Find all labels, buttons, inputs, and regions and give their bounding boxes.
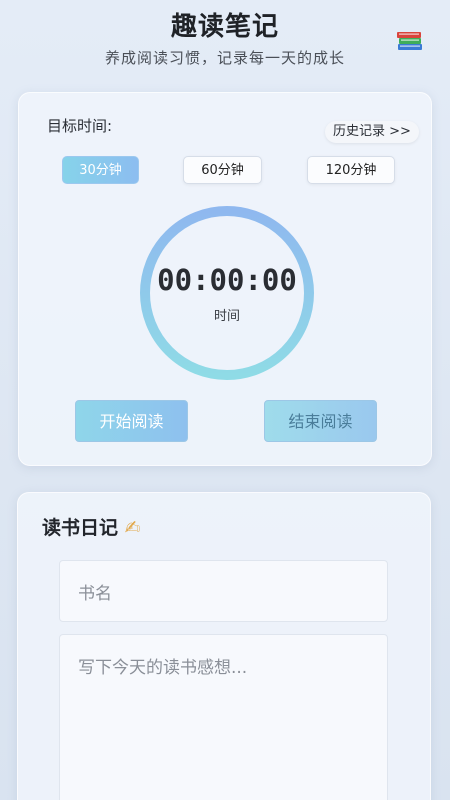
- app-subtitle: 养成阅读习惯，记录每一天的成长: [104, 49, 345, 67]
- reading-thoughts-textarea[interactable]: 写下今天的读书感想...: [59, 634, 388, 800]
- duration-30-button[interactable]: 30分钟: [62, 156, 139, 184]
- reading-timer-card: 目标时间: 历史记录 >> 30分钟 60分钟 120分钟 00:00:00 时…: [18, 92, 432, 466]
- book-name-input[interactable]: 书名: [59, 560, 388, 622]
- writing-hand-icon: ✍: [124, 517, 141, 539]
- journal-title-text: 读书日记: [42, 517, 119, 539]
- duration-120-button[interactable]: 120分钟: [307, 156, 395, 184]
- end-reading-button[interactable]: 结束阅读: [264, 400, 377, 442]
- start-reading-button[interactable]: 开始阅读: [75, 400, 188, 442]
- duration-60-button[interactable]: 60分钟: [183, 156, 262, 184]
- timer-caption: 时间: [213, 309, 240, 324]
- reading-journal-card: 读书日记 ✍ 书名 写下今天的读书感想...: [17, 492, 431, 800]
- journal-title: 读书日记 ✍: [42, 513, 141, 540]
- timer-display: 00:00:00: [157, 263, 297, 297]
- app-title: 趣读笔记: [170, 12, 279, 42]
- history-link[interactable]: 历史记录 >>: [325, 121, 419, 143]
- books-icon: [397, 32, 422, 50]
- app-header: 趣读笔记 养成阅读习惯，记录每一天的成长: [0, 0, 450, 80]
- target-time-label: 目标时间:: [47, 117, 113, 135]
